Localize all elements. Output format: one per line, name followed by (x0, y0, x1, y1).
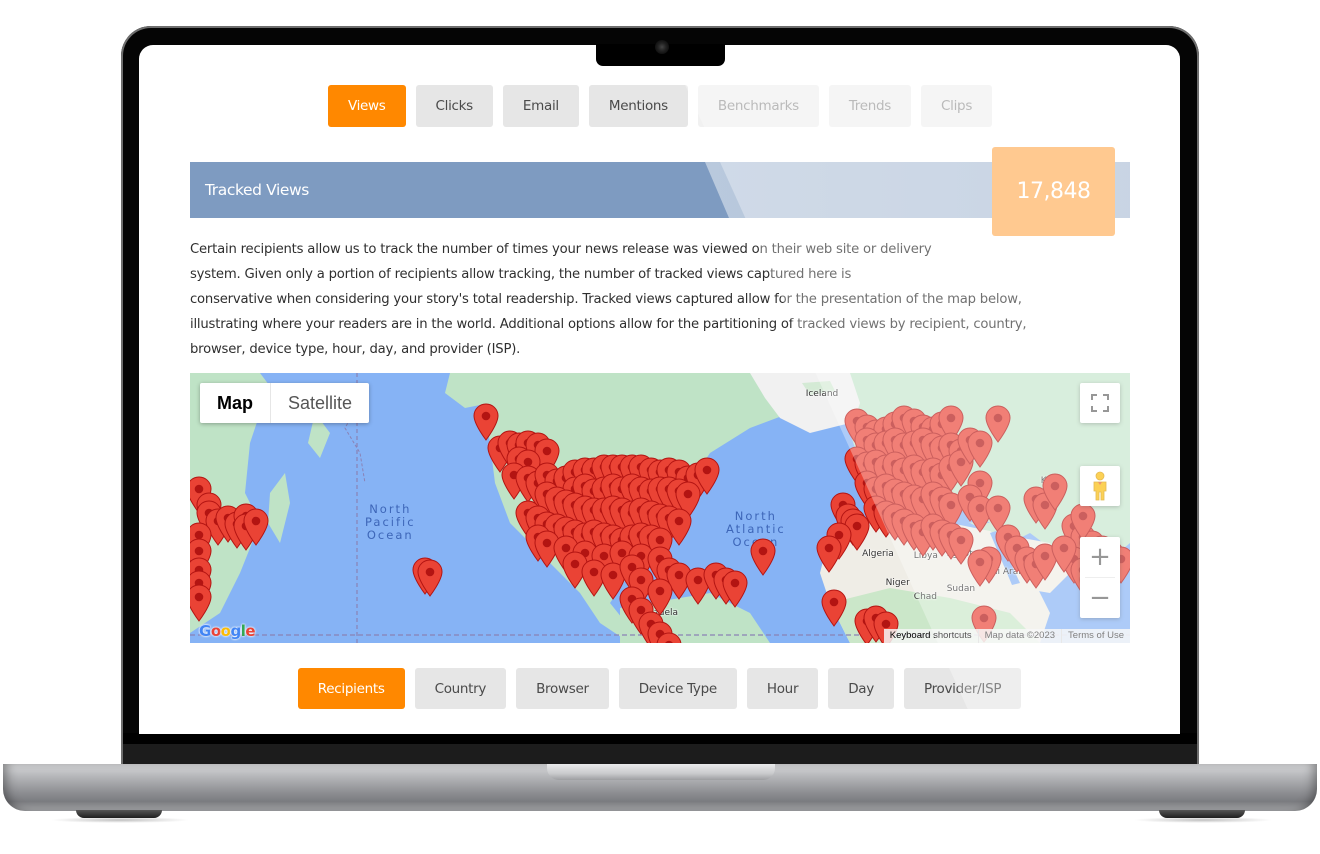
description-line: conservative when considering your story… (190, 292, 1022, 307)
map-marker[interactable] (750, 538, 776, 576)
map-marker[interactable] (1051, 535, 1077, 573)
breakdown-tabs: Recipients Country Browser Device Type H… (139, 668, 1180, 709)
tab-email[interactable]: Email (502, 85, 579, 127)
map-type-satellite-button[interactable]: Satellite (271, 383, 369, 423)
map-marker[interactable] (417, 559, 443, 598)
fullscreen-button[interactable] (1080, 383, 1120, 423)
map-marker[interactable] (190, 584, 212, 622)
tab-clicks[interactable]: Clicks (415, 85, 493, 127)
map-marker[interactable] (1042, 473, 1068, 511)
zoom-out-button[interactable]: − (1080, 578, 1120, 618)
laptop-foot (76, 810, 162, 818)
google-logo: Google (199, 622, 256, 640)
world-map[interactable]: North Pacific Ocean North Atlantic Ocean… (190, 373, 1130, 643)
tab-country[interactable]: Country (414, 668, 507, 709)
keyboard-shortcuts-link[interactable]: Keyboard shortcuts (884, 629, 978, 643)
description-line: browser, device type, hour, day, and pro… (190, 342, 521, 357)
tab-day[interactable]: Day (828, 668, 894, 709)
tab-browser[interactable]: Browser (516, 668, 609, 709)
terms-of-use-link[interactable]: Terms of Use (1061, 629, 1130, 643)
map-marker[interactable] (816, 535, 842, 573)
map-data-text: Map data ©2023 (977, 629, 1061, 643)
map-marker[interactable] (656, 632, 682, 643)
map-marker[interactable] (985, 405, 1011, 444)
map-marker[interactable] (243, 508, 269, 546)
tracked-views-count: 17,848 (992, 147, 1115, 236)
zoom-in-button[interactable]: + (1080, 537, 1120, 577)
tab-trends[interactable]: Trends (828, 85, 912, 127)
zoom-control: + − (1080, 537, 1120, 618)
tab-hour[interactable]: Hour (746, 668, 819, 709)
description-line: Certain recipients allow us to track the… (190, 242, 932, 257)
map-type-map-button[interactable]: Map (200, 383, 271, 423)
laptop-screen: Views Clicks Email Mentions Benchmarks T… (139, 45, 1180, 734)
section-header-bar: Tracked Views (190, 162, 1130, 218)
tab-provider-isp[interactable]: Provider/ISP (903, 668, 1022, 709)
tab-clips[interactable]: Clips (921, 85, 993, 127)
camera-icon (655, 40, 669, 54)
description-text: Certain recipients allow us to track the… (190, 237, 1120, 362)
tab-recipients[interactable]: Recipients (297, 668, 405, 709)
pegman-icon (1093, 471, 1107, 501)
street-view-pegman-button[interactable] (1080, 466, 1120, 506)
map-marker[interactable] (967, 548, 993, 587)
tab-views[interactable]: Views (327, 85, 406, 127)
description-line: illustrating where your readers are in t… (190, 317, 1027, 332)
map-marker[interactable] (722, 570, 748, 608)
map-marker[interactable] (1070, 503, 1096, 541)
tab-device-type[interactable]: Device Type (618, 668, 737, 709)
tab-benchmarks[interactable]: Benchmarks (697, 85, 819, 127)
section-title: Tracked Views (205, 181, 309, 199)
laptop-bezel-strip (123, 733, 1197, 744)
description-line: system. Given only a portion of recipien… (190, 267, 852, 282)
laptop-foot (1159, 810, 1245, 818)
tab-mentions[interactable]: Mentions (588, 85, 688, 127)
map-attribution: Keyboard shortcuts Map data ©2023 Terms … (883, 629, 1130, 643)
map-type-control: Map Satellite (200, 383, 370, 423)
laptop-opening-notch (547, 764, 775, 780)
fullscreen-icon (1091, 394, 1109, 412)
report-tabs: Views Clicks Email Mentions Benchmarks T… (139, 85, 1180, 127)
map-marker[interactable] (821, 589, 847, 627)
